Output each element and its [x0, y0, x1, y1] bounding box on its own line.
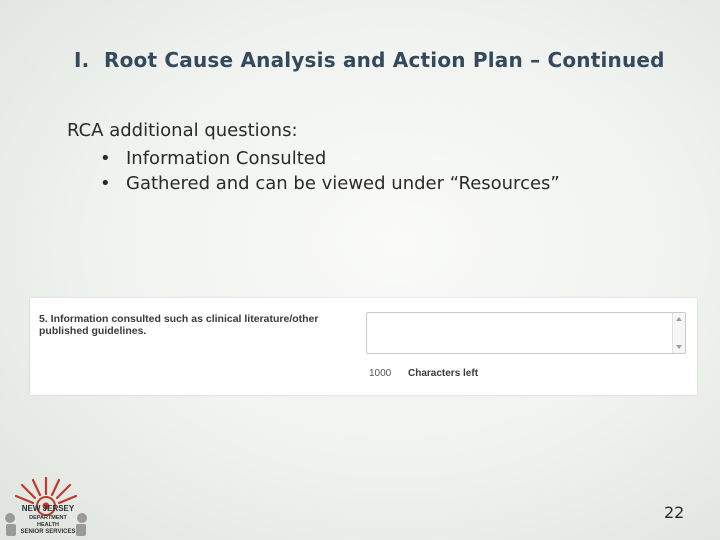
characters-left-count: 1000 — [369, 368, 392, 379]
logo-text: NEW JERSEY — [21, 504, 75, 513]
slide: I. Root Cause Analysis and Action Plan – … — [0, 0, 720, 540]
bullet-text: Information Consulted — [126, 148, 327, 169]
bullet-text: Gathered and can be viewed under “Resour… — [126, 173, 560, 194]
question-label: 5. Information consulted such as clinica… — [39, 313, 369, 337]
question-line: 5. Information consulted such as clinica… — [39, 313, 319, 325]
bullet-item: • Information Consulted — [100, 146, 560, 171]
title-text: Root Cause Analysis and Action Plan – Co… — [104, 48, 665, 72]
question-line: published guidelines. — [39, 325, 147, 337]
title-number: I. — [74, 48, 90, 72]
bullet-item: • Gathered and can be viewed under “Resou… — [100, 171, 560, 196]
slide-title: I. Root Cause Analysis and Action Plan – … — [74, 48, 694, 72]
logo-text: SENIOR SERVICES — [20, 529, 76, 535]
bullet-dot-icon: • — [100, 148, 111, 169]
answer-textarea[interactable] — [366, 312, 686, 354]
bullet-list: • Information Consulted • Gathered and can… — [100, 146, 560, 196]
form-screenshot: 5. Information consulted such as clinica… — [30, 298, 697, 395]
intro-text: RCA additional questions: — [67, 120, 298, 141]
page-number: 22 — [664, 503, 685, 522]
characters-left-label: Characters left — [408, 368, 479, 379]
bullet-dot-icon: • — [100, 173, 111, 194]
